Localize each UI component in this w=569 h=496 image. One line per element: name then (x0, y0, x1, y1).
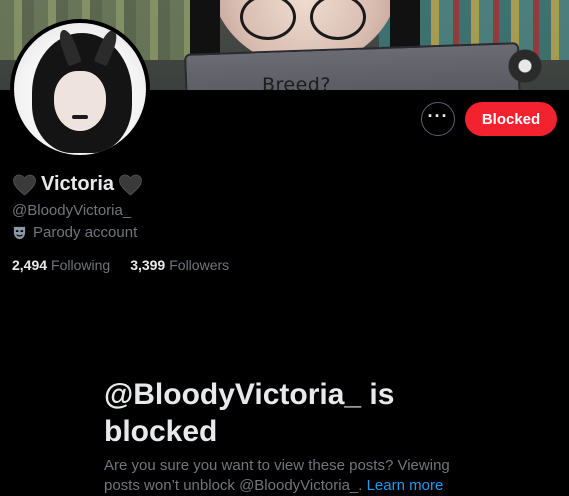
following-label: Following (51, 257, 111, 273)
avatar-lip (72, 115, 88, 119)
profile-page: Breed? ··· Blocked Victoria @BloodyVicto… (0, 0, 569, 496)
theater-mask-icon (13, 226, 26, 240)
blocked-button[interactable]: Blocked (465, 102, 557, 136)
parody-label: Parody account (12, 224, 137, 241)
following-link[interactable]: 2,494 Following (12, 257, 110, 273)
followers-count: 3,399 (130, 257, 166, 273)
avatar[interactable] (10, 19, 150, 159)
following-count: 2,494 (12, 257, 48, 273)
display-name: Victoria (41, 173, 114, 195)
blocked-notice-title: @BloodyVictoria_ is blocked (104, 378, 395, 448)
more-options-button[interactable]: ··· (421, 102, 455, 136)
profile-handle: @BloodyVictoria_ (12, 202, 132, 219)
parody-label-text: Parody account (33, 224, 138, 241)
display-name-row: Victoria (12, 173, 143, 196)
black-heart-icon (119, 174, 142, 196)
banner-claw (505, 48, 545, 84)
followers-link[interactable]: 3,399 Followers (130, 257, 229, 273)
followers-label: Followers (169, 257, 230, 273)
avatar-face (54, 71, 106, 131)
banner-sign-text: Breed? (262, 74, 331, 90)
profile-stats: 2,494 Following 3,399 Followers (12, 257, 229, 273)
learn-more-link[interactable]: Learn more (367, 477, 444, 494)
black-heart-icon (13, 174, 36, 196)
blocked-notice-description: Are you sure you want to view these post… (104, 456, 484, 496)
